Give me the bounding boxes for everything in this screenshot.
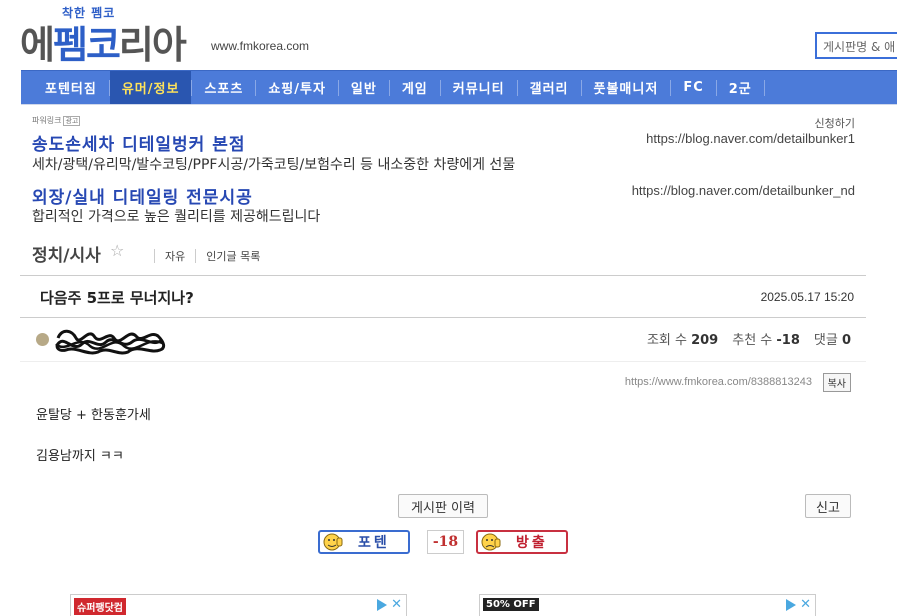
ad-apply-link[interactable]: 신청하기	[815, 115, 855, 131]
link-separator	[154, 249, 155, 263]
star-outline-icon[interactable]: ☆	[110, 241, 124, 260]
close-icon[interactable]: ✕	[391, 597, 402, 612]
author-name-redacted[interactable]	[52, 324, 170, 356]
post-header-divider	[20, 317, 866, 318]
nav-item-humor[interactable]: 유머/정보	[109, 71, 192, 104]
site-url: www.fmkorea.com	[211, 39, 310, 53]
votes-stat: 추천 수 -18	[732, 329, 800, 348]
adchoices-icon[interactable]: ✕	[786, 597, 811, 612]
post-stats: 조회 수 209 추천 수 -18 댓글 0	[647, 329, 851, 348]
banner-left-tag: 슈퍼팽닷컴	[74, 598, 126, 615]
nav-item-game[interactable]: 게임	[390, 71, 440, 104]
views-stat: 조회 수 209	[647, 329, 718, 348]
nav-item-fc[interactable]: FC	[671, 71, 715, 104]
post-body-line-2: 김용남까지 ㅋㅋ	[36, 449, 124, 464]
ad-title-1[interactable]: 송도손세차 디테일벙커 본점	[32, 130, 246, 155]
nav-item-second-team[interactable]: 2군	[717, 71, 764, 104]
meta-divider	[20, 361, 866, 362]
nav-item-sports[interactable]: 스포츠	[192, 71, 255, 104]
logo-part-2: 펨	[52, 23, 88, 67]
nav-divider	[21, 104, 897, 105]
logo-part-4: 리아	[118, 23, 187, 67]
board-link-free[interactable]: 자유	[165, 248, 185, 264]
ad-badge: 광고	[63, 116, 81, 126]
ad-title-2[interactable]: 외장/실내 디테일링 전문시공	[32, 183, 253, 208]
adchoices-icon[interactable]: ✕	[377, 597, 402, 612]
votes-label: 추천 수	[732, 333, 773, 348]
ad-desc-1[interactable]: 세차/광택/유리막/발수코팅/PPF시공/가죽코팅/보험수리 등 내소중한 차량…	[32, 154, 515, 174]
vote-up-label: 포텐	[358, 535, 390, 551]
post-header-divider	[20, 275, 866, 276]
vote-count: -18	[427, 530, 464, 554]
thumbs-face-icon	[323, 533, 343, 551]
copy-url-button[interactable]: 복사	[822, 373, 851, 392]
ad-banner-right[interactable]: 50% OFF ✕	[479, 594, 816, 616]
vote-up-button[interactable]: 포텐	[318, 530, 410, 554]
logo-brand: 에펨코리아	[20, 14, 187, 69]
banner-right-tag: 50% OFF	[483, 598, 539, 611]
close-icon[interactable]: ✕	[800, 597, 811, 612]
views-label: 조회 수	[646, 333, 687, 348]
ad-url-2[interactable]: https://blog.naver.com/detailbunker_nd	[632, 183, 855, 198]
powerlink-label: 파워링크 광고	[32, 115, 81, 126]
views-count: 209	[691, 333, 719, 348]
board-search-input[interactable]: 게시판명 & 애	[815, 32, 897, 59]
board-history-button[interactable]: 게시판 이력	[398, 494, 488, 518]
nav-item-general[interactable]: 일반	[339, 71, 389, 104]
nav-item-poten[interactable]: 포텐터짐	[33, 71, 109, 104]
author-level-icon	[36, 333, 49, 346]
post-date: 2025.05.17 15:20	[760, 290, 854, 304]
post-body-line-1: 윤탈당 + 한동훈가세	[36, 408, 151, 423]
ad-url-1[interactable]: https://blog.naver.com/detailbunker1	[646, 131, 855, 146]
comments-label: 댓글	[813, 333, 838, 348]
nav-item-football-manager[interactable]: 풋볼매니저	[582, 71, 671, 104]
site-logo[interactable]: 착한 펨코 에펨코리아	[20, 4, 210, 67]
nav-item-gallery[interactable]: 갤러리	[518, 71, 581, 104]
board-link-popular[interactable]: 인기글 목록	[206, 248, 260, 264]
board-title[interactable]: 정치/시사	[32, 241, 101, 266]
vote-down-label: 방출	[516, 535, 548, 551]
ad-desc-2[interactable]: 합리적인 가격으로 높은 퀄리티를 제공해드립니다	[32, 206, 320, 226]
nav-item-shopping[interactable]: 쇼핑/투자	[256, 71, 338, 104]
comments-count: 0	[841, 333, 851, 348]
vote-down-button[interactable]: 방출	[476, 530, 568, 554]
logo-part-3: 코	[85, 23, 121, 67]
main-nav: 포텐터짐 유머/정보 스포츠 쇼핑/투자 일반 게임 커뮤니티 갤러리 풋볼매니…	[21, 70, 897, 104]
report-button[interactable]: 신고	[805, 494, 851, 518]
votes-count: -18	[776, 333, 800, 348]
link-separator	[195, 249, 197, 263]
post-permalink[interactable]: https://www.fmkorea.com/8388813243	[625, 376, 812, 388]
comments-stat: 댓글 0	[814, 329, 851, 348]
post-title: 다음주 5프로 무너지나?	[40, 289, 194, 307]
nav-separator	[763, 79, 765, 96]
ad-banner-left[interactable]: 슈퍼팽닷컴 ✕	[70, 594, 407, 616]
thumbs-down-face-icon	[481, 533, 501, 551]
logo-part-1: 에	[20, 23, 55, 67]
powerlink-text: 파워링크	[32, 116, 62, 125]
board-links: 자유 인기글 목록	[144, 248, 260, 264]
nav-item-community[interactable]: 커뮤니티	[441, 71, 517, 104]
